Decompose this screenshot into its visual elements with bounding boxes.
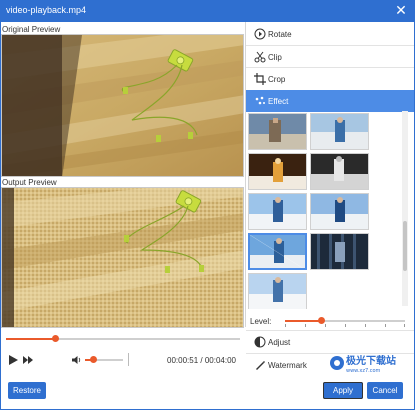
effect-thumbnail[interactable] (310, 153, 369, 190)
volume-slider[interactable] (85, 356, 123, 363)
restore-button[interactable]: Restore (8, 382, 46, 399)
scissors-icon (254, 51, 266, 63)
effect-thumbnail[interactable] (248, 273, 307, 309)
site-logo: 极光下载站 www.xz7.com (330, 354, 396, 373)
menu-label-crop: Crop (268, 75, 286, 84)
window-title: video-playback.mp4 (6, 5, 87, 15)
level-slider[interactable] (285, 317, 405, 324)
menu-item-clip[interactable]: Clip (246, 46, 414, 68)
menu-item-watermark[interactable]: Watermark (246, 354, 326, 376)
volume-handle[interactable] (90, 356, 97, 363)
output-preview-label: Output Preview (2, 178, 57, 187)
effect-thumbnail[interactable] (248, 193, 307, 230)
effect-thumbnail[interactable] (248, 113, 307, 150)
cancel-button[interactable]: Cancel (367, 382, 403, 399)
original-video-frame (2, 35, 243, 176)
menu-label-rotate: Rotate (268, 30, 292, 39)
effect-thumbnail-grid (246, 111, 406, 309)
effect-thumbnail[interactable] (248, 153, 307, 190)
control-separator (128, 353, 129, 366)
menu-label-watermark: Watermark (268, 361, 307, 370)
effects-scrollbar[interactable] (402, 111, 408, 306)
progress-handle[interactable] (52, 335, 59, 342)
crop-icon (254, 73, 266, 85)
watermark-icon (256, 361, 265, 370)
fast-forward-icon[interactable] (22, 354, 34, 366)
menu-item-rotate[interactable]: Rotate (246, 23, 414, 45)
output-video-frame (2, 188, 243, 327)
effect-thumbnail[interactable] (310, 113, 369, 150)
title-bar: video-playback.mp4 ✕ (0, 0, 415, 22)
playback-progress-slider[interactable] (6, 335, 240, 342)
progress-fill (6, 338, 55, 340)
scrollbar-thumb[interactable] (403, 221, 407, 271)
level-handle[interactable] (318, 317, 325, 324)
effect-thumbnail[interactable] (310, 233, 369, 270)
volume-icon[interactable] (72, 355, 82, 365)
play-icon[interactable] (7, 354, 19, 366)
menu-item-adjust[interactable]: Adjust (246, 331, 414, 353)
svg-text:极光下载站: 极光下载站 (346, 354, 396, 367)
menu-item-effect[interactable]: Effect (246, 90, 414, 112)
svg-text:www.xz7.com: www.xz7.com (346, 368, 381, 373)
original-preview (1, 34, 244, 177)
effect-icon (255, 96, 265, 105)
close-icon[interactable]: ✕ (393, 2, 409, 18)
original-preview-label: Original Preview (2, 25, 61, 34)
menu-item-crop[interactable]: Crop (246, 68, 414, 90)
apply-button[interactable]: Apply (323, 382, 363, 399)
time-display: 00:00:51 / 00:04:00 (167, 356, 236, 365)
time-separator: / (200, 356, 203, 365)
effect-thumbnail-selected[interactable] (248, 233, 307, 270)
menu-label-effect: Effect (268, 97, 289, 106)
adjust-icon (254, 336, 266, 348)
level-ticks (285, 324, 405, 327)
level-fill (285, 320, 321, 322)
menu-label-clip: Clip (268, 53, 282, 62)
effect-thumbnail[interactable] (310, 193, 369, 230)
current-time: 00:00:51 (167, 356, 199, 365)
rotate-icon (254, 28, 266, 40)
output-preview (1, 187, 244, 328)
total-time: 00:04:00 (204, 356, 236, 365)
menu-label-adjust: Adjust (268, 338, 291, 347)
level-label: Level: (250, 317, 272, 326)
